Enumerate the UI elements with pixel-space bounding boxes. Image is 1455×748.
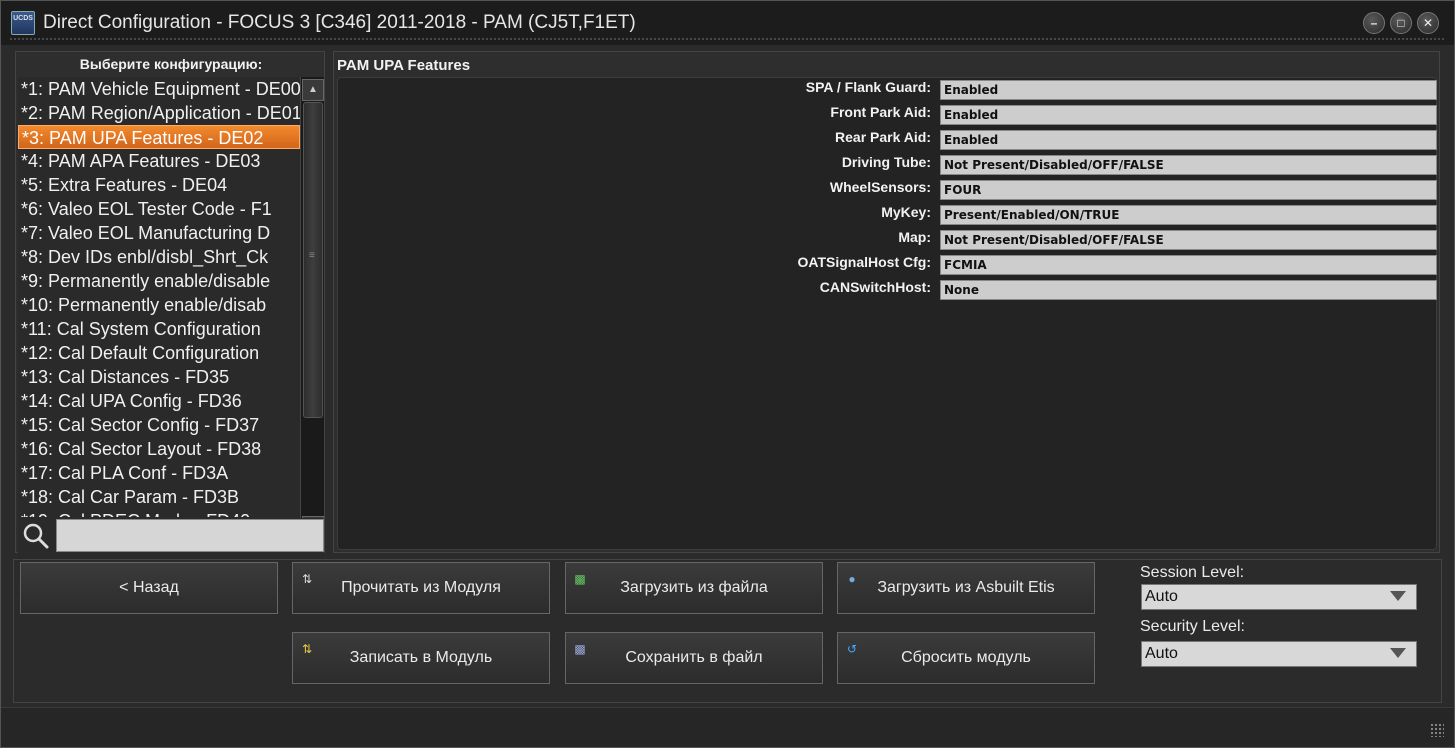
write-module-button[interactable]: ⇅ Записать в Модуль: [292, 632, 550, 684]
list-item[interactable]: *4: PAM APA Features - DE03: [18, 149, 300, 173]
save-file-icon: ▩: [574, 642, 586, 656]
search-icon[interactable]: [21, 521, 51, 551]
load-file-label: Загрузить из файла: [620, 579, 768, 596]
search-input[interactable]: [56, 519, 324, 552]
list-item[interactable]: *2: PAM Region/Application - DE01: [18, 101, 300, 125]
read-arrows-icon: ⇅: [301, 572, 313, 586]
app-window: UCDS Direct Configuration - FOCUS 3 [C34…: [0, 0, 1455, 748]
list-scrollbar[interactable]: ▲ ≡ ▼: [300, 77, 324, 540]
list-item[interactable]: *13: Cal Distances - FD35: [18, 365, 300, 389]
globe-icon: ●: [848, 572, 856, 586]
title-bar[interactable]: UCDS Direct Configuration - FOCUS 3 [C34…: [1, 1, 1454, 45]
maximize-icon[interactable]: □: [1390, 12, 1412, 34]
list-item[interactable]: *18: Cal Car Param - FD3B: [18, 485, 300, 509]
list-item[interactable]: *15: Cal Sector Config - FD37: [18, 413, 300, 437]
reset-module-label: Сбросить модуль: [901, 649, 1031, 666]
list-item[interactable]: *7: Valeo EOL Manufacturing D: [18, 221, 300, 245]
load-file-button[interactable]: ▩ Загрузить из файла: [565, 562, 823, 614]
app-logo-icon: UCDS: [11, 11, 35, 35]
list-item[interactable]: *17: Cal PLA Conf - FD3A: [18, 461, 300, 485]
field-value-mykey[interactable]: Present/Enabled/ON/TRUE: [940, 205, 1437, 225]
title-divider: [9, 37, 1446, 42]
list-item[interactable]: *14: Cal UPA Config - FD36: [18, 389, 300, 413]
list-item-selected[interactable]: *3: PAM UPA Features - DE02: [18, 125, 300, 149]
write-arrows-icon: ⇅: [301, 642, 313, 656]
save-file-button[interactable]: ▩ Сохранить в файл: [565, 632, 823, 684]
field-value-map[interactable]: Not Present/Disabled/OFF/FALSE: [940, 230, 1437, 250]
list-item[interactable]: *16: Cal Sector Layout - FD38: [18, 437, 300, 461]
security-level-label: Security Level:: [1140, 618, 1245, 635]
back-button[interactable]: < Назад: [20, 562, 278, 614]
list-item[interactable]: *9: Permanently enable/disable: [18, 269, 300, 293]
chevron-down-icon: [1390, 648, 1406, 658]
reset-module-button[interactable]: ↺ Сбросить модуль: [837, 632, 1095, 684]
field-label: Driving Tube:: [841, 154, 931, 170]
configuration-detail-panel: PAM UPA Features SPA / Flank Guard: Enab…: [333, 51, 1440, 553]
list-item[interactable]: *12: Cal Default Configuration: [18, 341, 300, 365]
session-level-label: Session Level:: [1140, 564, 1245, 581]
status-bar: [1, 707, 1454, 747]
field-area: SPA / Flank Guard: Enabled Front Park Ai…: [337, 77, 1437, 550]
field-label: SPA / Flank Guard:: [805, 79, 931, 95]
field-value-wheel-sensors[interactable]: FOUR: [940, 180, 1437, 200]
field-value-rear-park-aid[interactable]: Enabled: [940, 130, 1437, 150]
back-button-label: < Назад: [119, 579, 179, 596]
resize-grip-icon[interactable]: [1430, 723, 1444, 737]
field-value-front-park-aid[interactable]: Enabled: [940, 105, 1437, 125]
field-value-oat-signal-host[interactable]: FCMIA: [940, 255, 1437, 275]
configuration-list-panel: Выберите конфигурацию: *1: PAM Vehicle E…: [15, 51, 325, 565]
field-value-spa-flank-guard[interactable]: Enabled: [940, 80, 1437, 100]
configuration-list-title: Выберите конфигурацию:: [79, 56, 263, 72]
field-label: Map:: [898, 229, 931, 245]
configuration-list[interactable]: *1: PAM Vehicle Equipment - DE00 *2: PAM…: [18, 77, 324, 565]
security-level-select[interactable]: Auto: [1141, 641, 1417, 667]
grip-icon: ≡: [309, 250, 315, 261]
field-label: Rear Park Aid:: [835, 129, 931, 145]
field-label: WheelSensors:: [829, 179, 931, 195]
field-label: OATSignalHost Cfg:: [797, 254, 931, 270]
load-asbuilt-label: Загрузить из Asbuilt Etis: [877, 579, 1055, 596]
session-level-select[interactable]: Auto: [1141, 584, 1417, 610]
list-item[interactable]: *6: Valeo EOL Tester Code - F1: [18, 197, 300, 221]
list-item[interactable]: *8: Dev IDs enbl/disbl_Shrt_Ck: [18, 245, 300, 269]
window-title: Direct Configuration - FOCUS 3 [C346] 20…: [43, 12, 636, 33]
field-label: MyKey:: [881, 204, 931, 220]
read-module-label: Прочитать из Модуля: [341, 579, 501, 596]
close-icon[interactable]: ✕: [1417, 12, 1439, 34]
read-module-button[interactable]: ⇅ Прочитать из Модуля: [292, 562, 550, 614]
security-level-value: Auto: [1145, 645, 1178, 662]
list-item[interactable]: *19: Cal PDEC Mode - FD40: [18, 509, 300, 517]
field-value-driving-tube[interactable]: Not Present/Disabled/OFF/FALSE: [940, 155, 1437, 175]
scroll-thumb[interactable]: ≡: [303, 102, 323, 418]
session-level-value: Auto: [1145, 588, 1178, 605]
list-item[interactable]: *1: PAM Vehicle Equipment - DE00: [18, 77, 300, 101]
list-item[interactable]: *10: Permanently enable/disab: [18, 293, 300, 317]
field-value-can-switch-host[interactable]: None: [940, 280, 1437, 300]
field-label: Front Park Aid:: [830, 104, 931, 120]
action-area: < Назад ⇅ Прочитать из Модуля ▩ Загрузит…: [13, 559, 1442, 703]
load-asbuilt-button[interactable]: ● Загрузить из Asbuilt Etis: [837, 562, 1095, 614]
chevron-down-icon: [1390, 591, 1406, 601]
save-file-label: Сохранить в файл: [625, 649, 763, 666]
write-module-label: Записать в Модуль: [349, 649, 493, 666]
list-item[interactable]: *5: Extra Features - DE04: [18, 173, 300, 197]
minimize-icon[interactable]: –: [1363, 12, 1385, 34]
panel-title: PAM UPA Features: [337, 57, 471, 74]
reset-icon: ↺: [846, 642, 858, 656]
search-bar: [18, 518, 324, 552]
scroll-up-icon[interactable]: ▲: [302, 79, 324, 101]
field-label: CANSwitchHost:: [819, 279, 931, 295]
load-file-icon: ▩: [574, 572, 586, 586]
list-item[interactable]: *11: Cal System Configuration: [18, 317, 300, 341]
